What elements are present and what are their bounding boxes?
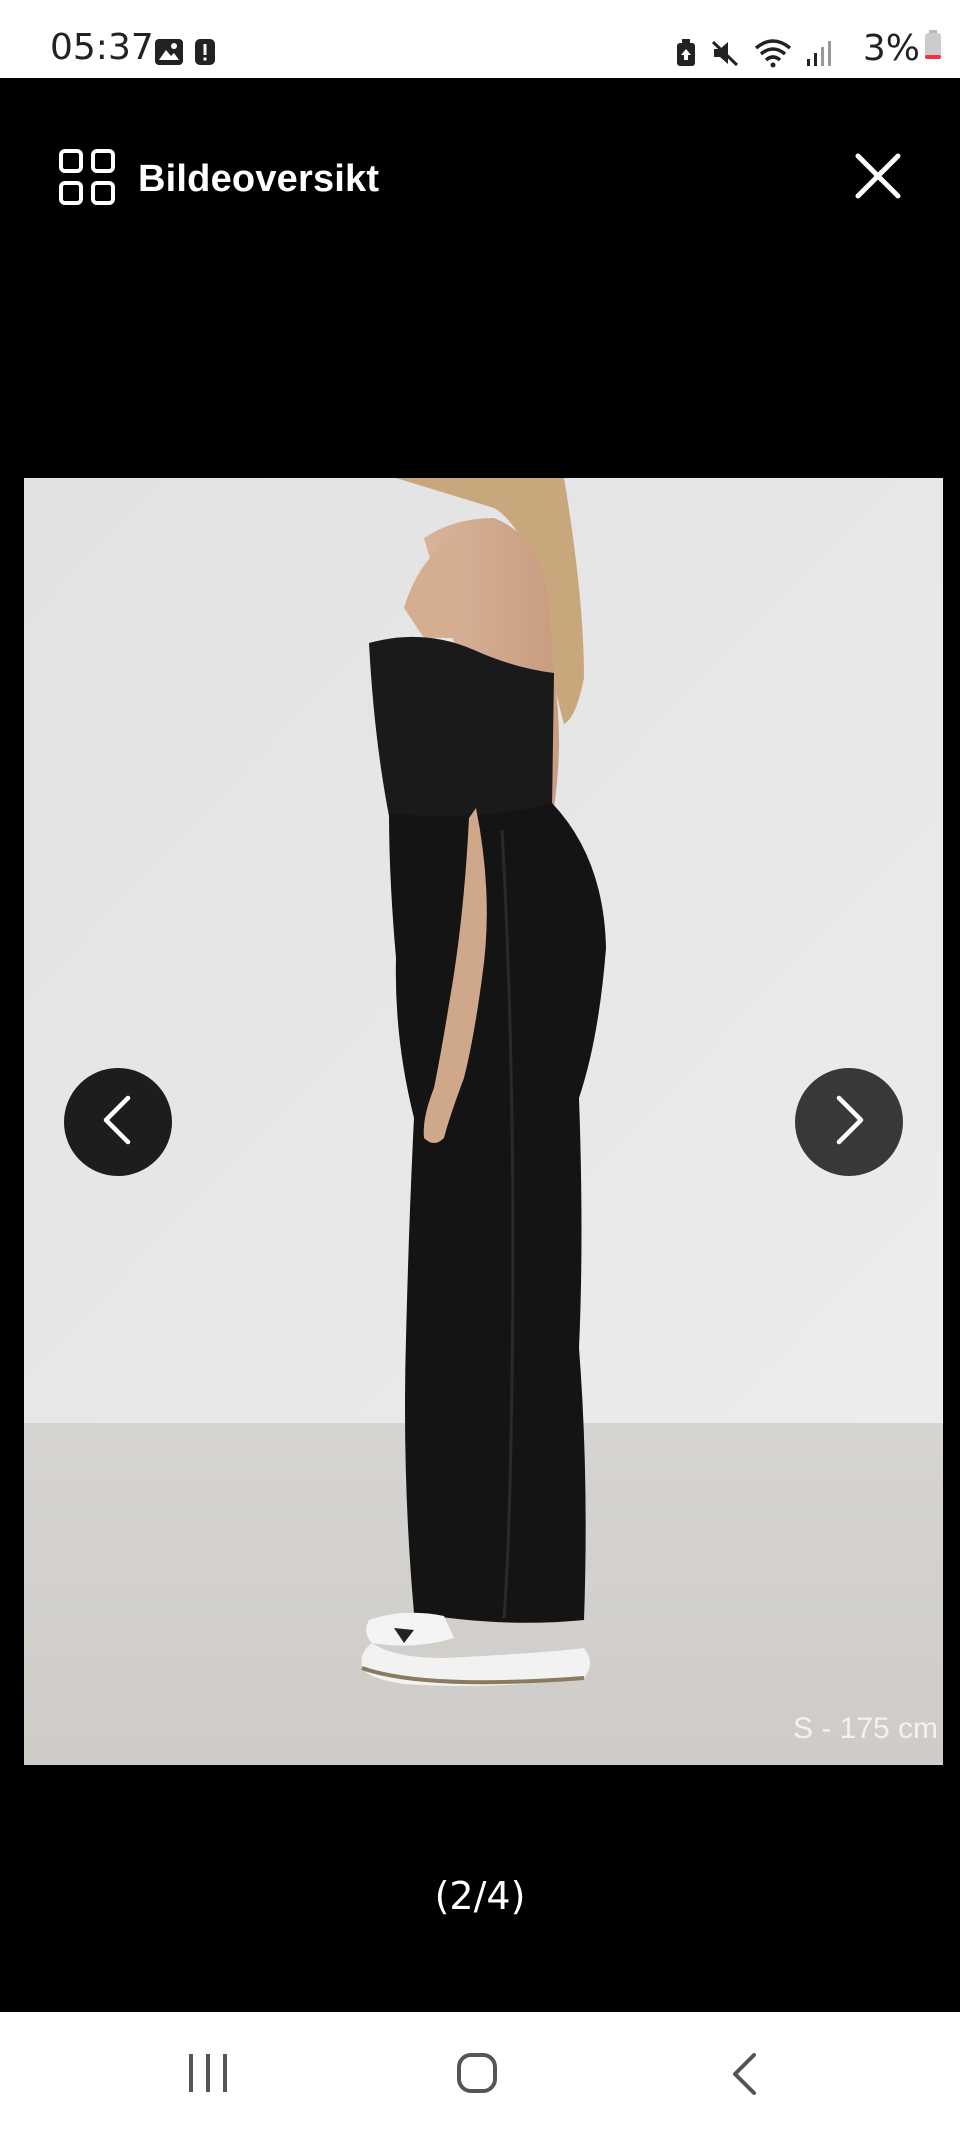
photo-size-caption: S - 175 cm bbox=[793, 1712, 939, 1745]
image-counter: (2/4) bbox=[434, 1874, 526, 1918]
status-bar: 05:37 3% bbox=[0, 0, 960, 78]
previous-image-button[interactable] bbox=[64, 1068, 172, 1176]
home-icon[interactable] bbox=[456, 2052, 498, 2099]
chevron-left-icon bbox=[98, 1094, 138, 1151]
image-overview-button[interactable]: Bildeoversikt bbox=[58, 148, 379, 211]
battery-percent: 3% bbox=[862, 27, 920, 69]
wifi-icon bbox=[754, 38, 792, 73]
close-button[interactable] bbox=[852, 150, 904, 207]
gallery-icon bbox=[154, 38, 184, 71]
back-icon[interactable] bbox=[730, 2052, 760, 2101]
next-image-button[interactable] bbox=[795, 1068, 903, 1176]
close-icon bbox=[852, 153, 904, 206]
chevron-right-icon bbox=[829, 1094, 869, 1151]
grid-icon bbox=[58, 148, 116, 211]
image-overview-label: Bildeoversikt bbox=[138, 158, 380, 200]
status-time: 05:37 bbox=[50, 27, 154, 68]
battery-icon bbox=[924, 30, 942, 67]
system-nav-bar bbox=[0, 2012, 960, 2133]
battery-saver-icon bbox=[676, 39, 696, 72]
signal-icon bbox=[806, 39, 832, 72]
mute-icon bbox=[710, 39, 740, 72]
recents-icon[interactable] bbox=[186, 2052, 230, 2099]
alert-icon bbox=[194, 38, 216, 71]
